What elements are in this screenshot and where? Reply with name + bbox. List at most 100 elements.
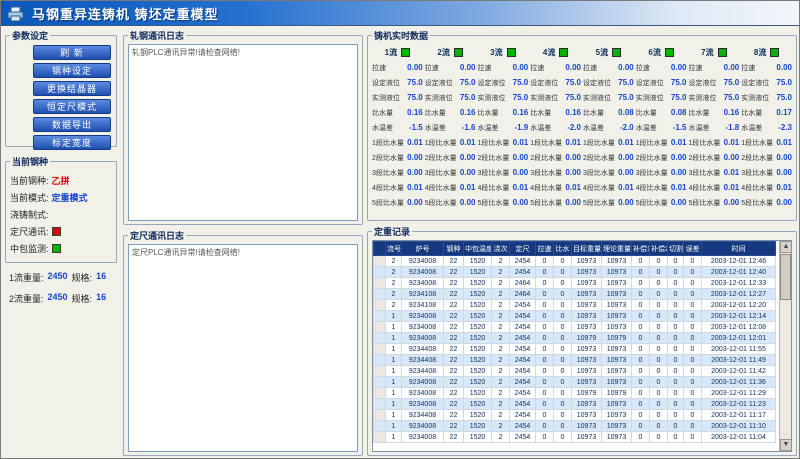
row-selector[interactable] [374, 300, 386, 311]
row-selector[interactable] [374, 377, 386, 388]
param-button-2[interactable]: 更换结晶器 [33, 81, 111, 96]
cell: 0 [684, 399, 702, 410]
param-button-4[interactable]: 数据导出 [33, 117, 111, 132]
column-header[interactable]: 切割 [668, 242, 684, 256]
column-header[interactable]: 定尺 [510, 242, 536, 256]
table-row[interactable]: 192344082215202245400109731097300002003-… [374, 344, 776, 355]
row-selector[interactable] [374, 278, 386, 289]
row-selector[interactable] [374, 410, 386, 421]
column-header[interactable]: 炉号 [402, 242, 444, 256]
table-row[interactable]: 192344082215202245400109731097300002003-… [374, 366, 776, 377]
cell: 0 [554, 410, 572, 421]
table-row[interactable]: 192340082215202245400109731097300002003-… [374, 322, 776, 333]
column-header[interactable]: 流号 [386, 242, 402, 256]
stream-column-1: 1流拉速0.00设定液位75.0实测液位75.0比水量0.16水温差-1.51段… [372, 45, 423, 210]
records-scrollbar[interactable]: ▲ ▼ [779, 241, 791, 451]
cell: 0 [632, 421, 650, 432]
rt-value: 0.00 [565, 168, 581, 177]
cell: 1520 [464, 278, 492, 289]
column-header[interactable]: 中包温度 [464, 242, 492, 256]
stream-name: 3流 [490, 47, 502, 58]
rt-value: 0.00 [724, 63, 740, 72]
column-header[interactable]: 误差 [684, 242, 702, 256]
table-row[interactable]: 292340082215202245400109731097300002003-… [374, 267, 776, 278]
stream2-weight-row: 2流重量: 2450 规格: 16 [9, 292, 121, 305]
param-button-5[interactable]: 标定宽度 [33, 135, 111, 150]
row-selector[interactable] [374, 355, 386, 366]
param-button-0[interactable]: 刷 新 [33, 45, 111, 60]
column-header[interactable]: 时间 [702, 242, 776, 256]
row-selector[interactable] [374, 267, 386, 278]
cell: 0 [668, 278, 684, 289]
sizing-log-textarea[interactable]: 定尺PLC通讯异常!请检查网络! [128, 244, 358, 452]
row-selector[interactable] [374, 432, 386, 443]
scrollbar-thumb[interactable] [780, 254, 791, 300]
spec1-label: 规格: [72, 271, 93, 284]
row-selector[interactable] [374, 322, 386, 333]
rt-label: 拉速 [689, 63, 703, 73]
column-header[interactable]: 目标重量 [572, 242, 602, 256]
tundish-monitor-label: 中包监测: [10, 242, 49, 255]
row-selector[interactable] [374, 421, 386, 432]
row-selector[interactable] [374, 256, 386, 267]
row-selector[interactable] [374, 289, 386, 300]
column-header[interactable]: 拉速 [536, 242, 554, 256]
table-row[interactable]: 192340082215202245400109731097300002003-… [374, 399, 776, 410]
scroll-up-icon[interactable]: ▲ [780, 241, 792, 253]
column-header[interactable]: 补偿2 [650, 242, 668, 256]
cell: 0 [554, 322, 572, 333]
row-selector[interactable] [374, 388, 386, 399]
rt-value: 75.0 [513, 93, 529, 102]
row-selector[interactable] [374, 366, 386, 377]
column-header[interactable]: 钢种 [444, 242, 464, 256]
table-row[interactable]: 192340082215202245400109731097300002003-… [374, 432, 776, 443]
table-row[interactable]: 192340082215202245400109731097300002003-… [374, 377, 776, 388]
spec2-value: 16 [96, 292, 106, 305]
rt-row: 水温差-1.6 [425, 120, 476, 135]
row-selector[interactable] [374, 344, 386, 355]
param-button-3[interactable]: 恒定尺模式 [33, 99, 111, 114]
rt-label: 拉速 [372, 63, 386, 73]
table-row[interactable]: 192340082215202245400109791097900002003-… [374, 333, 776, 344]
cell: 0 [684, 300, 702, 311]
cell: 10973 [602, 289, 632, 300]
cell: 2454 [510, 311, 536, 322]
column-header[interactable]: 浇次 [492, 242, 510, 256]
cell: 0 [668, 388, 684, 399]
table-row[interactable]: 292341082215202246400109731097300002003-… [374, 289, 776, 300]
table-row[interactable]: 192344082215202245400109731097300002003-… [374, 410, 776, 421]
cell: 2003-12-01 12:20 [702, 300, 776, 311]
table-row[interactable]: 192340082215202245400109731097300002003-… [374, 311, 776, 322]
param-button-stack: 刷 新钢种设定更换结晶器恒定尺模式数据导出标定宽度 [10, 44, 112, 150]
stream-status-icon [612, 48, 621, 57]
cell: 10973 [602, 256, 632, 267]
column-header[interactable]: 理论重量 [602, 242, 632, 256]
rt-row: 3段比水量0.00 [583, 165, 634, 180]
cell: 1 [386, 322, 402, 333]
rt-label: 比水量 [530, 108, 551, 118]
column-header[interactable]: 补偿1 [632, 242, 650, 256]
cell: 0 [536, 399, 554, 410]
cell: 0 [668, 289, 684, 300]
table-row[interactable]: 292340082215202245400109731097300002003-… [374, 256, 776, 267]
row-selector[interactable] [374, 399, 386, 410]
column-header[interactable]: 比水 [554, 242, 572, 256]
param-button-1[interactable]: 钢种设定 [33, 63, 111, 78]
cell: 0 [668, 366, 684, 377]
row-selector[interactable] [374, 333, 386, 344]
rt-value: 0.00 [407, 198, 423, 207]
rt-row: 3段比水量0.00 [530, 165, 581, 180]
rt-value: 0.01 [724, 183, 740, 192]
table-row[interactable]: 292341082215202245400109731097300002003-… [374, 300, 776, 311]
cell: 0 [684, 366, 702, 377]
cell: 1520 [464, 366, 492, 377]
table-row[interactable]: 292340082215202246400109731097300002003-… [374, 278, 776, 289]
cell: 1520 [464, 300, 492, 311]
rt-value: -1.5 [409, 123, 423, 132]
mill-log-textarea[interactable]: 轧钢PLC通讯异常!请检查网络! [128, 44, 358, 221]
table-row[interactable]: 192340082215202245400109791097900002003-… [374, 388, 776, 399]
table-row[interactable]: 192344082215202245400109731097300002003-… [374, 355, 776, 366]
table-row[interactable]: 192340082215202245400109731097300002003-… [374, 421, 776, 432]
row-selector[interactable] [374, 311, 386, 322]
scroll-down-icon[interactable]: ▼ [780, 439, 792, 451]
